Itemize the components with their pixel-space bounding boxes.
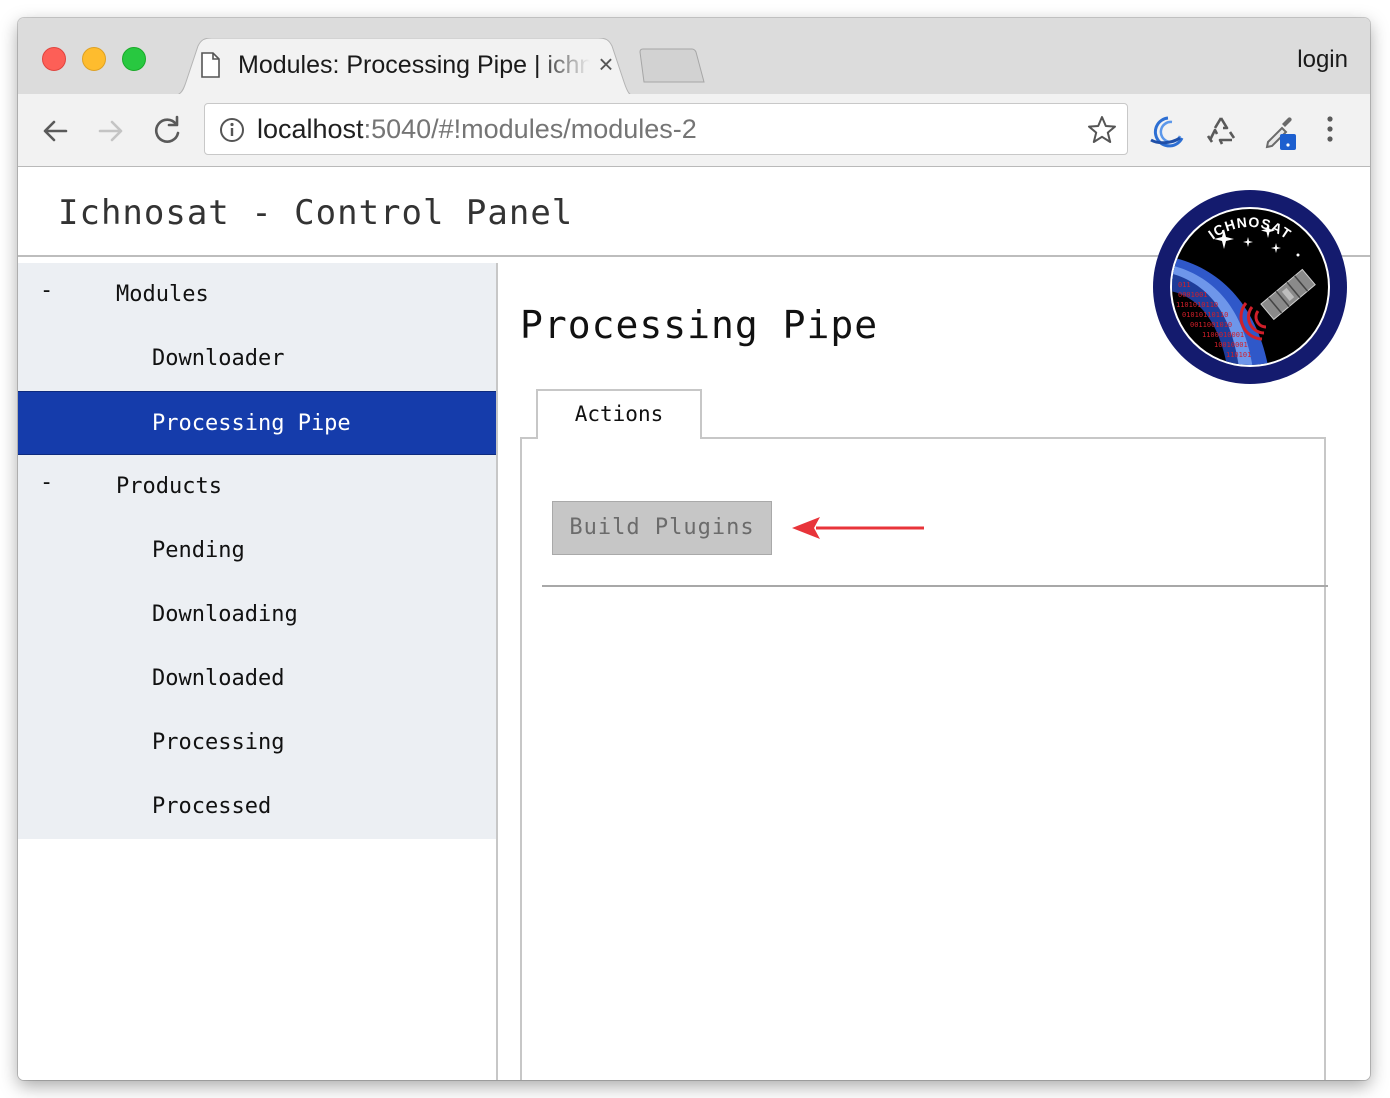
left-arrow-annotation-icon [792, 517, 924, 539]
collapse-icon[interactable]: - [40, 259, 53, 323]
page-title: Processing Pipe [520, 303, 879, 347]
sidebar-item-pending[interactable]: Pending [18, 519, 496, 583]
sidebar-item-label: Downloaded [152, 666, 285, 691]
address-bar[interactable]: localhost:5040/#!modules/modules-2 [204, 103, 1128, 155]
sidebar-item-label: Downloader [152, 346, 285, 371]
page-viewport: Ichnosat - Control Panel 011 0001001 110… [18, 167, 1370, 1080]
browser-toolbar: localhost:5040/#!modules/modules-2 [18, 94, 1370, 167]
sidebar-group-modules[interactable]: - Modules [18, 263, 496, 327]
sidebar-group-label: Products [116, 474, 222, 499]
document-icon [201, 52, 220, 78]
tab-title: Modules: Processing Pipe | ichnosat [238, 51, 590, 79]
sidebar-item-label: Processed [152, 794, 272, 819]
info-icon[interactable] [219, 117, 245, 143]
url-text[interactable]: localhost:5040/#!modules/modules-2 [257, 114, 697, 144]
minimize-window-button[interactable] [82, 47, 106, 71]
collapse-icon[interactable]: - [40, 451, 53, 515]
sidebar-item-label: Pending [152, 538, 245, 563]
maximize-window-button[interactable] [122, 47, 146, 71]
profile-login-label[interactable]: login [1297, 46, 1348, 74]
sidebar: - Modules Downloader Processing Pipe - P… [18, 263, 498, 1080]
actions-panel: Build Plugins [520, 437, 1328, 1080]
divider [542, 585, 1328, 587]
tab-actions[interactable]: Actions [536, 389, 702, 439]
sidebar-group-products[interactable]: - Products [18, 455, 496, 519]
sidebar-item-label: Processing Pipe [152, 411, 351, 436]
sidebar-item-downloaded[interactable]: Downloaded [18, 647, 496, 711]
main-content: Processing Pipe Actions Build Plugins [498, 263, 1370, 1080]
browser-tab-strip: Modules: Processing Pipe | ichnosat × lo… [18, 18, 1370, 96]
sidebar-item-processing[interactable]: Processing [18, 711, 496, 775]
sidebar-item-downloading[interactable]: Downloading [18, 583, 496, 647]
recycle-extension-icon[interactable] [1204, 114, 1238, 148]
browser-menu-icon[interactable] [1324, 114, 1336, 148]
close-window-button[interactable] [42, 47, 66, 71]
sidebar-item-processing-pipe[interactable]: Processing Pipe [18, 391, 496, 455]
bookmark-star-icon[interactable] [1087, 115, 1117, 145]
sidebar-item-label: Downloading [152, 602, 298, 627]
browser-window: Modules: Processing Pipe | ichnosat × lo… [18, 18, 1370, 1080]
sidebar-item-downloader[interactable]: Downloader [18, 327, 496, 391]
url-path: :5040/#!modules/modules-2 [363, 114, 697, 144]
waves-extension-icon[interactable] [1146, 114, 1186, 148]
build-plugins-button[interactable]: Build Plugins [552, 501, 772, 555]
new-tab-button[interactable] [638, 48, 708, 84]
eyedropper-extension-icon[interactable] [1262, 114, 1298, 152]
forward-arrow-icon[interactable] [94, 114, 128, 148]
tab-close-icon[interactable]: × [594, 51, 618, 77]
reload-icon[interactable] [150, 114, 184, 148]
url-host: localhost [257, 114, 364, 144]
sidebar-item-processed[interactable]: Processed [18, 775, 496, 839]
back-arrow-icon[interactable] [38, 114, 72, 148]
sidebar-item-label: Processing [152, 730, 285, 755]
sidebar-group-label: Modules [116, 282, 209, 307]
sidebar-nav: - Modules Downloader Processing Pipe - P… [18, 263, 496, 839]
app-title: Ichnosat - Control Panel [58, 193, 574, 233]
